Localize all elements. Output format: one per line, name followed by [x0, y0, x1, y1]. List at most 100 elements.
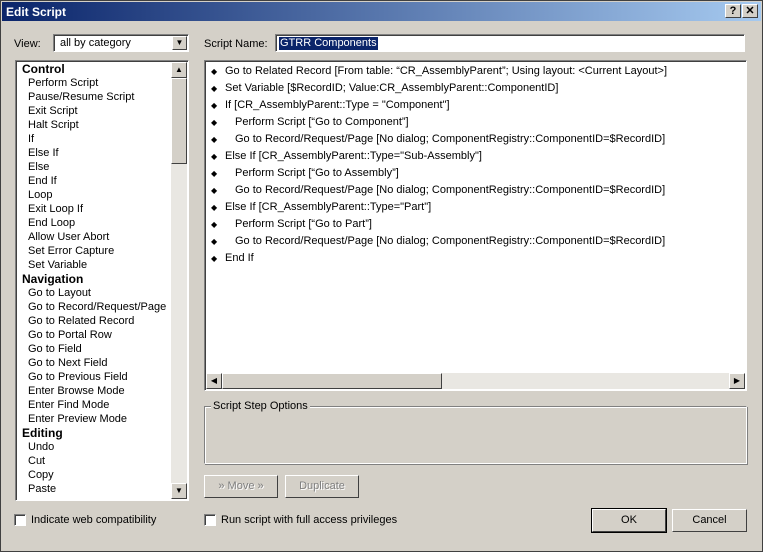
step-move-handle-icon[interactable]: ◆	[211, 114, 225, 131]
script-line-text: Perform Script [“Go to Assembly”]	[235, 167, 399, 179]
step-move-handle-icon[interactable]: ◆	[211, 97, 225, 114]
list-item[interactable]: End Loop	[18, 216, 170, 230]
list-item[interactable]: Allow User Abort	[18, 230, 170, 244]
step-move-handle-icon[interactable]: ◆	[211, 63, 225, 80]
full-access-label: Run script with full access privileges	[221, 514, 398, 526]
script-line[interactable]: ◆ Else If [CR_AssemblyParent::Type="Sub-A…	[211, 148, 482, 165]
script-editor[interactable]: ◆ Go to Related Record [From table: “CR_A…	[204, 60, 747, 391]
scroll-up-icon[interactable]: ▲	[171, 62, 187, 78]
horizontal-scroll-thumb[interactable]	[222, 373, 442, 389]
web-compat-label: Indicate web compatibility	[31, 514, 157, 526]
list-item[interactable]: Copy	[18, 468, 170, 482]
script-line-text: Set Variable [$RecordID; Value:CR_Assemb…	[225, 82, 559, 94]
steps-list-scrollbar[interactable]: ▲ ▼	[171, 62, 187, 499]
script-line-text: Go to Record/Request/Page [No dialog; Co…	[235, 235, 666, 247]
title-bar[interactable]: Edit Script ? ✕	[2, 2, 761, 21]
cancel-button[interactable]: Cancel	[672, 509, 747, 532]
script-line-text: If [CR_AssemblyParent::Type = "Component…	[225, 99, 450, 111]
list-item[interactable]: If	[18, 132, 170, 146]
step-move-handle-icon[interactable]: ◆	[211, 199, 225, 216]
list-item[interactable]: Go to Portal Row	[18, 328, 170, 342]
script-line-text: Go to Record/Request/Page [No dialog; Co…	[235, 133, 666, 145]
list-item[interactable]: Cut	[18, 454, 170, 468]
web-compat-checkbox[interactable]	[14, 514, 26, 526]
list-item[interactable]: Go to Layout	[18, 286, 170, 300]
script-line-text: Go to Related Record [From table: “CR_As…	[225, 65, 668, 77]
list-item[interactable]: Perform Script	[18, 76, 170, 90]
list-item[interactable]: Else	[18, 160, 170, 174]
list-item[interactable]: Undo	[18, 440, 170, 454]
list-item[interactable]: Halt Script	[18, 118, 170, 132]
script-line[interactable]: ◆ Perform Script [“Go to Component”]	[211, 114, 409, 131]
step-move-handle-icon[interactable]: ◆	[211, 148, 225, 165]
script-line-text: Perform Script [“Go to Component”]	[235, 116, 409, 128]
script-step-options-group: Script Step Options	[204, 400, 747, 464]
list-item[interactable]: Exit Script	[18, 104, 170, 118]
script-line-text: Else If [CR_AssemblyParent::Type="Sub-As…	[225, 150, 482, 162]
script-line[interactable]: ◆ Else If [CR_AssemblyParent::Type="Part"…	[211, 199, 431, 216]
list-item[interactable]: Loop	[18, 188, 170, 202]
list-item[interactable]: Pause/Resume Script	[18, 90, 170, 104]
step-move-handle-icon[interactable]: ◆	[211, 165, 225, 182]
script-line[interactable]: ◆ Go to Record/Request/Page [No dialog; C…	[211, 233, 665, 250]
script-line[interactable]: ◆ End If	[211, 250, 254, 267]
duplicate-button[interactable]: Duplicate	[285, 475, 359, 498]
script-steps-list[interactable]: Control Perform Script Pause/Resume Script…	[15, 60, 189, 501]
view-label: View:	[14, 38, 41, 50]
script-line[interactable]: ◆ Perform Script [“Go to Assembly”]	[211, 165, 399, 182]
list-item[interactable]: Enter Find Mode	[18, 398, 170, 412]
list-item[interactable]: Go to Record/Request/Page	[18, 300, 170, 314]
list-item[interactable]: Paste	[18, 482, 170, 496]
step-move-handle-icon[interactable]: ◆	[211, 80, 225, 97]
list-item[interactable]: Enter Browse Mode	[18, 384, 170, 398]
step-move-handle-icon[interactable]: ◆	[211, 216, 225, 233]
list-item[interactable]: Else If	[18, 146, 170, 160]
help-icon[interactable]: ?	[725, 4, 741, 18]
step-move-handle-icon[interactable]: ◆	[211, 131, 225, 148]
script-line-text: Go to Record/Request/Page [No dialog; Co…	[235, 184, 666, 196]
script-line-text: Perform Script [“Go to Part”]	[235, 218, 372, 230]
scroll-left-icon[interactable]: ◀	[206, 373, 222, 389]
script-line[interactable]: ◆ Go to Record/Request/Page [No dialog; C…	[211, 131, 665, 148]
list-item[interactable]: Clear	[18, 496, 170, 498]
list-category: Control	[22, 62, 65, 76]
scroll-right-icon[interactable]: ▶	[729, 373, 745, 389]
list-item[interactable]: Go to Next Field	[18, 356, 170, 370]
chevron-down-icon[interactable]: ▼	[172, 36, 187, 50]
script-name-label: Script Name:	[204, 38, 268, 50]
script-line-text: Else If [CR_AssemblyParent::Type="Part"]	[225, 201, 432, 213]
script-line[interactable]: ◆ Set Variable [$RecordID; Value:CR_Assem…	[211, 80, 558, 97]
scroll-down-icon[interactable]: ▼	[171, 483, 187, 499]
list-item[interactable]: Set Variable	[18, 258, 170, 272]
list-item[interactable]: Set Error Capture	[18, 244, 170, 258]
list-item[interactable]: Go to Field	[18, 342, 170, 356]
move-button[interactable]: » Move »	[204, 475, 278, 498]
script-line[interactable]: ◆ Go to Record/Request/Page [No dialog; C…	[211, 182, 665, 199]
view-dropdown[interactable]: all by category ▼	[53, 34, 189, 52]
close-icon[interactable]: ✕	[742, 4, 758, 18]
scroll-thumb[interactable]	[171, 78, 187, 164]
view-selected-value: all by category	[60, 37, 131, 49]
step-move-handle-icon[interactable]: ◆	[211, 233, 225, 250]
list-item[interactable]: End If	[18, 174, 170, 188]
script-steps-list-items: Control Perform Script Pause/Resume Script…	[18, 62, 170, 498]
list-item[interactable]: Exit Loop If	[18, 202, 170, 216]
script-step-options-title: Script Step Options	[211, 400, 310, 412]
list-item[interactable]: Go to Related Record	[18, 314, 170, 328]
edit-script-dialog: Edit Script ? ✕ View: all by category ▼ …	[0, 0, 763, 552]
window-title: Edit Script	[6, 5, 67, 19]
step-move-handle-icon[interactable]: ◆	[211, 182, 225, 199]
script-line[interactable]: ◆ If [CR_AssemblyParent::Type = "Componen…	[211, 97, 450, 114]
script-line[interactable]: ◆ Perform Script [“Go to Part”]	[211, 216, 372, 233]
list-item[interactable]: Go to Previous Field	[18, 370, 170, 384]
editor-horizontal-scrollbar[interactable]: ◀ ▶	[206, 373, 745, 389]
full-access-checkbox[interactable]	[204, 514, 216, 526]
list-category: Editing	[22, 426, 63, 440]
list-item[interactable]: Enter Preview Mode	[18, 412, 170, 426]
script-line-text: End If	[225, 252, 254, 264]
script-line[interactable]: ◆ Go to Related Record [From table: “CR_A…	[211, 63, 667, 80]
ok-button[interactable]: OK	[591, 508, 667, 533]
script-name-input[interactable]: GTRR Components	[275, 34, 745, 52]
step-move-handle-icon[interactable]: ◆	[211, 250, 225, 267]
script-name-value: GTRR Components	[279, 37, 378, 50]
